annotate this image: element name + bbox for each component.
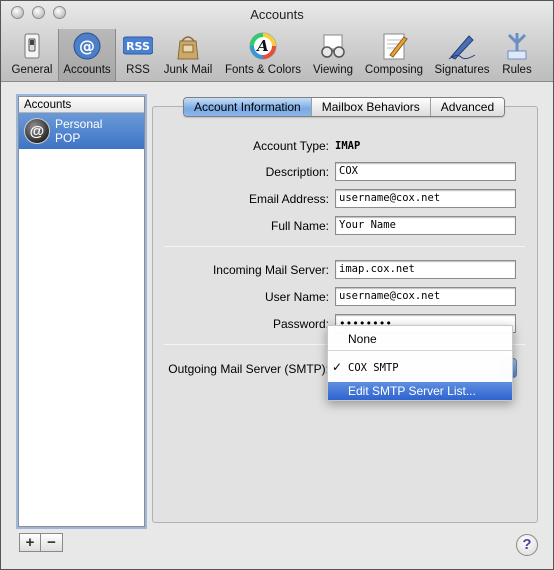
full-name-field[interactable]: Your Name	[335, 216, 516, 235]
account-add-remove: + −	[19, 533, 63, 553]
account-type-label: POP	[55, 131, 81, 145]
rss-badge-text: RSS	[126, 40, 150, 53]
rules-arrows-icon	[507, 33, 527, 60]
smtp-menu-edit-list[interactable]: Edit SMTP Server List...	[328, 382, 512, 400]
remove-account-button[interactable]: −	[41, 533, 63, 552]
settings-tabs: Account Information Mailbox Behaviors Ad…	[183, 97, 506, 117]
account-type-label: Account Type:	[253, 139, 329, 153]
toolbar-signatures[interactable]: Signatures	[430, 29, 494, 81]
incoming-server-field[interactable]: imap.cox.net	[335, 260, 516, 279]
user-name-label: User Name:	[264, 290, 329, 304]
fountain-pen-icon	[448, 35, 476, 60]
title-toolbar: Accounts General @ Accounts RSS RSS Junk…	[1, 1, 553, 82]
tab-advanced[interactable]: Advanced	[429, 98, 505, 116]
full-name-label: Full Name:	[270, 219, 329, 233]
toolbar-rules-label: Rules	[502, 64, 532, 76]
smtp-menu-none[interactable]: None	[328, 330, 512, 348]
account-row-personal[interactable]: @ Personal POP	[19, 113, 144, 149]
at-sign-icon: @	[73, 32, 101, 60]
preferences-content: Accounts @ Personal POP + − ? Account In…	[1, 83, 553, 569]
toolbar-fonts-colors[interactable]: A Fonts & Colors	[219, 29, 307, 81]
user-name-field[interactable]: username@cox.net	[335, 287, 516, 306]
smtp-server-menu: None ✓ COX SMTP Edit SMTP Server List...	[327, 325, 513, 401]
menu-item-label: Edit SMTP Server List...	[348, 384, 476, 398]
fonts-glyph: A	[255, 37, 269, 55]
toolbar-accounts-label: Accounts	[63, 64, 111, 76]
tab-account-information[interactable]: Account Information	[184, 98, 311, 116]
light-switch-icon	[24, 33, 40, 59]
tab-mailbox-behaviors[interactable]: Mailbox Behaviors	[310, 98, 430, 116]
toolbar-fonts-colors-label: Fonts & Colors	[224, 64, 302, 76]
pencil-paper-icon	[383, 33, 408, 60]
toolbar-rss-label: RSS	[126, 64, 150, 76]
toolbar-accounts[interactable]: @ Accounts	[58, 29, 116, 81]
toolbar-composing[interactable]: Composing	[361, 29, 427, 81]
toolbar-viewing[interactable]: Viewing	[308, 29, 358, 81]
description-field[interactable]: COX	[335, 162, 516, 181]
menu-item-label: COX SMTP	[348, 362, 399, 374]
color-font-icon: A	[249, 32, 277, 60]
preferences-window: Accounts General @ Accounts RSS RSS Junk…	[0, 0, 554, 570]
account-type-value: IMAP	[335, 140, 361, 152]
accounts-list-header: Accounts	[19, 97, 144, 113]
account-name: Personal	[55, 117, 103, 131]
description-label: Description:	[265, 165, 329, 179]
password-label: Password:	[272, 317, 329, 331]
toolbar-junk-mail[interactable]: Junk Mail	[160, 29, 216, 81]
window-title: Accounts	[250, 7, 304, 22]
toolbar-signatures-label: Signatures	[434, 64, 490, 76]
section-divider	[164, 246, 525, 247]
help-button[interactable]: ?	[516, 534, 538, 556]
incoming-server-label: Incoming Mail Server:	[212, 263, 329, 277]
email-address-label: Email Address:	[248, 192, 329, 206]
account-at-icon: @	[24, 118, 50, 144]
glasses-icon	[321, 34, 345, 58]
svg-text:@: @	[79, 37, 95, 56]
toolbar-rules[interactable]: Rules	[497, 29, 537, 81]
toolbar-general-label: General	[11, 64, 53, 76]
junk-bag-icon	[177, 36, 199, 60]
email-address-field[interactable]: username@cox.net	[335, 189, 516, 208]
rss-icon: RSS	[123, 36, 153, 55]
add-account-button[interactable]: +	[19, 533, 41, 552]
toolbar-junk-mail-label: Junk Mail	[163, 64, 213, 76]
smtp-menu-cox[interactable]: ✓ COX SMTP	[328, 358, 512, 376]
toolbar-viewing-label: Viewing	[312, 64, 354, 76]
menu-separator	[328, 350, 512, 351]
checkmark-icon: ✓	[332, 360, 343, 374]
toolbar-rss[interactable]: RSS RSS	[118, 29, 158, 81]
accounts-list[interactable]: Accounts @ Personal POP	[18, 96, 145, 527]
smtp-label: Outgoing Mail Server (SMTP):	[168, 362, 329, 376]
toolbar-composing-label: Composing	[364, 64, 424, 76]
menu-item-label: None	[348, 332, 377, 346]
toolbar-general[interactable]: General	[7, 29, 57, 81]
